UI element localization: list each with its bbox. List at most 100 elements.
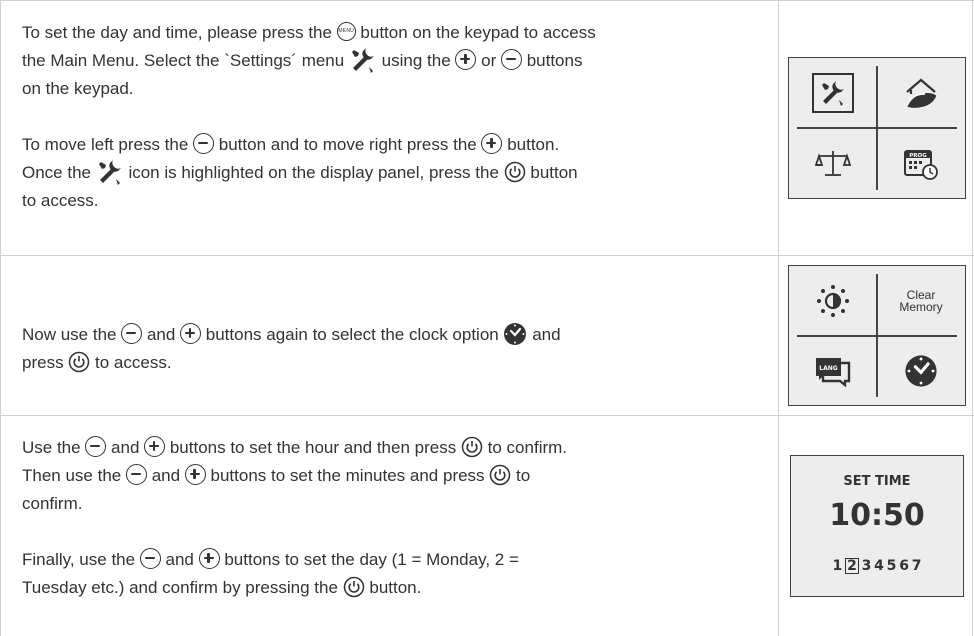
settings-option [789,58,876,127]
plus-key-icon [455,49,477,71]
lang-label: LANG [819,365,837,372]
language-option: LANG [789,336,876,405]
text: to [511,466,531,485]
plus-key-icon [180,323,202,345]
text: or [476,51,501,70]
day-digit: 5 [886,558,897,574]
clear-memory-line-2: Memory [899,299,943,314]
text: buttons [521,51,583,70]
instruction-table: To set the day and time, please press th… [0,0,974,636]
plus-key-icon [481,133,503,155]
menu-key-label: MENU [338,28,354,35]
text: using the [376,51,456,70]
language-icon: LANG [815,357,850,387]
eco-leaf-icon [906,78,937,108]
set-time-display: SET TIME 10:50 1234567 [790,455,964,597]
text: button [525,163,578,182]
brightness-option [789,266,876,335]
text: icon is highlighted on the display panel… [123,163,504,182]
text: and [106,438,145,457]
plus-key-icon [144,436,166,458]
text: Finally, use the [22,550,140,569]
text: buttons to set the hour and then press [165,438,461,457]
day-digit: 2 [845,558,859,574]
power-key-icon [490,464,511,485]
text: Once the [22,163,96,182]
program-calendar-icon: PROG [904,150,938,180]
power-key-icon [343,576,364,597]
minus-key-icon [500,49,522,71]
row-3-paragraph-2: Finally, use the and buttons to set the … [22,546,774,602]
minus-key-icon [125,464,147,486]
power-key-icon [504,161,525,182]
text: to access. [22,191,99,210]
day-digit: 4 [874,558,884,574]
settings-menu-display: Clear Memory LANG [788,265,966,406]
text: to access. [90,353,172,372]
settings-tools-icon [98,159,121,185]
column-divider [0,0,1,636]
column-divider [778,0,779,636]
text: to confirm. [482,438,568,457]
row-divider [0,415,974,416]
menu-key-icon: MENU [336,22,356,42]
plus-key-icon [198,548,220,570]
day-digit: 6 [899,558,909,574]
power-key-icon [461,436,483,457]
text: the Main Menu. Select the `Settings´ men… [22,51,349,70]
row-3-paragraph-1: Use the and buttons to set the hour and … [22,434,774,518]
text: on the keypad. [22,79,134,98]
balance-option [789,128,876,198]
row-1-paragraph-1: To set the day and time, please press th… [22,19,774,103]
row-2-instructions: Now use the and buttons again to select … [22,321,774,377]
clock-icon [905,354,937,387]
row-1-paragraph-2: To move left press the button and to mov… [22,131,774,215]
row-3-instructions: Use the and buttons to set the hour and … [22,434,774,602]
text: and [527,325,561,344]
text: and [146,466,185,485]
minus-key-icon [121,323,143,345]
text: Then use the [22,466,126,485]
row-divider [0,0,974,1]
settings-tools-icon [351,47,374,73]
text: button and to move right press the [214,135,482,154]
row-2-paragraph-1: Now use the and buttons again to select … [22,321,774,377]
power-key-icon [69,351,90,372]
minus-key-icon [139,548,161,570]
day-selector: 1234567 [791,558,963,574]
text: button. [364,578,422,597]
text: press [22,353,69,372]
settings-tools-icon [811,72,854,113]
text: button. [502,135,560,154]
text: Use the [22,438,86,457]
day-digit: 1 [832,558,843,574]
eco-option [877,58,965,127]
program-option: PROG [877,128,965,198]
text: and [142,325,181,344]
clock-option [877,336,965,405]
day-digit: 3 [861,558,872,574]
text: and [160,550,199,569]
text: buttons again to select the clock option [201,325,504,344]
minus-key-icon [193,133,215,155]
balance-icon [814,151,851,176]
text: confirm. [22,494,83,513]
text: buttons to set the day (1 = Monday, 2 = [219,550,519,569]
text: buttons to set the minutes and press [205,466,490,485]
clock-icon [504,322,527,345]
plus-key-icon [184,464,206,486]
day-digit: 7 [911,558,922,574]
brightness-icon [816,284,849,317]
column-divider [972,0,973,636]
text: Tuesday etc.) and confirm by pressing th… [22,578,343,597]
clear-memory-line-1: Clear [906,287,936,302]
minus-key-icon [85,436,107,458]
prog-label: PROG [909,153,927,159]
text: button on the keypad to access [355,23,596,42]
row-divider [0,255,974,256]
text: To move left press the [22,135,194,154]
time-value: 10:50 [829,498,925,533]
set-time-label: SET TIME [843,474,911,489]
row-1-instructions: To set the day and time, please press th… [22,19,774,215]
main-menu-display: PROG [788,57,966,199]
